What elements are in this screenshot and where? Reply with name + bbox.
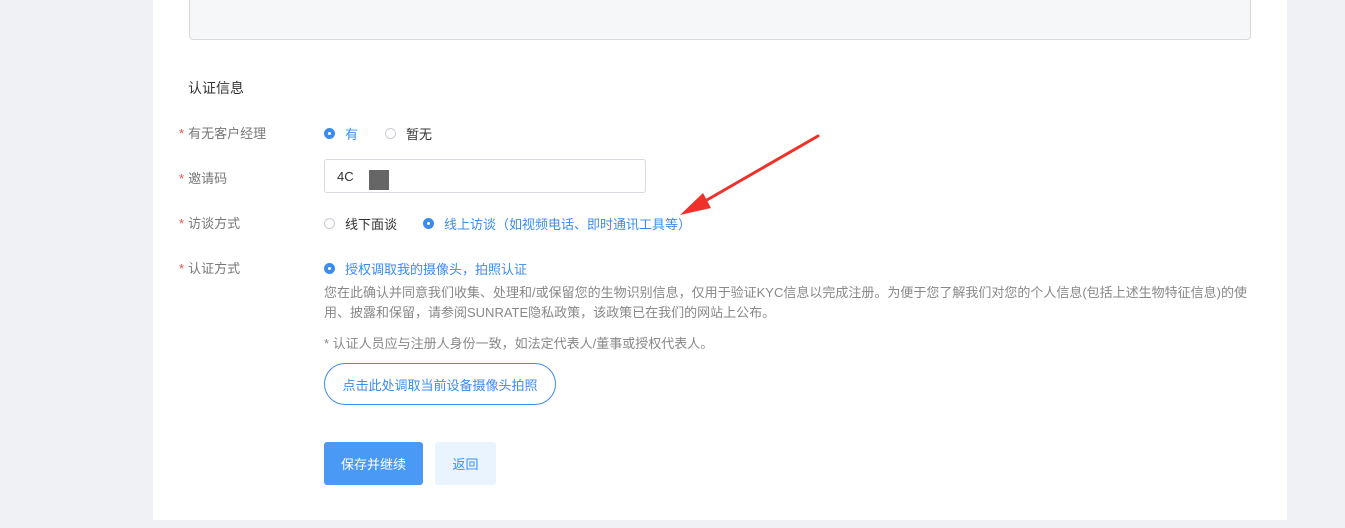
- interview-option-online[interactable]: 线上访谈（如视频电话、即时通讯工具等）: [423, 214, 691, 233]
- required-mark: *: [179, 171, 185, 186]
- camera-capture-button[interactable]: 点击此处调取当前设备摄像头拍照: [324, 363, 556, 405]
- required-mark: *: [179, 261, 185, 276]
- invite-code-label: * 邀请码: [179, 171, 228, 186]
- radio-unchecked-icon: [324, 218, 335, 229]
- radio-checked-icon: [324, 263, 335, 274]
- manager-option-none[interactable]: 暂无: [385, 124, 432, 143]
- back-button[interactable]: 返回: [435, 442, 496, 485]
- consent-description: 您在此确认并同意我们收集、处理和/或保留您的生物识别信息，仅用于验证KYC信息以…: [324, 285, 1248, 320]
- radio-checked-icon: [423, 218, 434, 229]
- auth-method-label: * 认证方式: [179, 261, 241, 276]
- radio-unchecked-icon: [385, 128, 396, 139]
- interview-option-offline[interactable]: 线下面谈: [324, 214, 397, 233]
- manager-option-yes[interactable]: 有: [324, 124, 358, 143]
- section-title: 认证信息: [188, 80, 244, 96]
- save-continue-button[interactable]: 保存并继续: [324, 442, 423, 485]
- required-mark: *: [179, 126, 185, 141]
- redaction-block: [369, 170, 389, 190]
- manager-label: * 有无客户经理: [179, 126, 267, 141]
- auth-note: * 认证人员应与注册人身份一致，如法定代表人/董事或授权代表人。: [324, 336, 714, 351]
- required-mark: *: [179, 216, 185, 231]
- radio-checked-icon: [324, 128, 335, 139]
- address-textarea[interactable]: [189, 0, 1251, 40]
- auth-option-camera[interactable]: 授权调取我的摄像头，拍照认证: [324, 259, 527, 278]
- form-panel: 认证信息 * 有无客户经理 有 暂无 * 邀请码 4C * 访谈方式 线下面谈 线上访…: [153, 0, 1287, 520]
- interview-label: * 访谈方式: [179, 216, 241, 231]
